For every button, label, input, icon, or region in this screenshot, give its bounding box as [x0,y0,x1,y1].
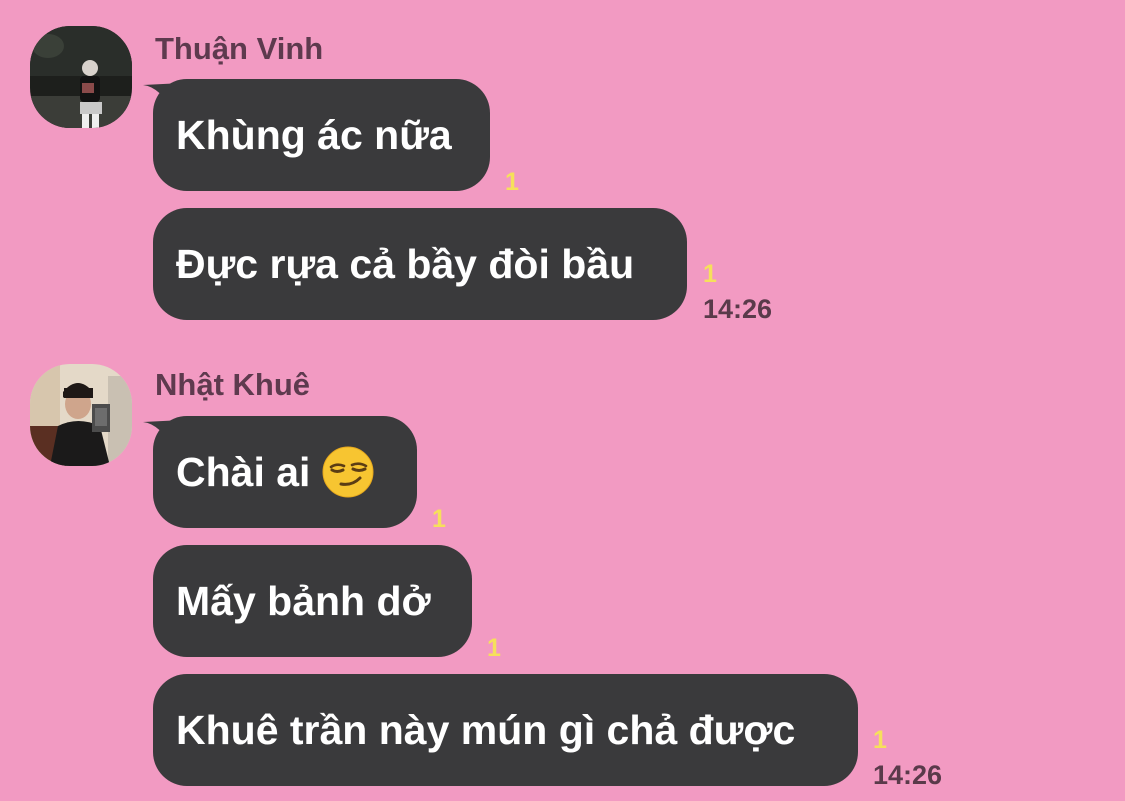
avatar[interactable] [30,364,132,466]
message-bubble[interactable]: Khùng ác nữa [143,79,490,191]
unread-count: 1 [703,260,717,288]
bubble-tail [143,420,183,458]
smirking-face-emoji-icon [322,446,374,498]
bubble-tail [143,83,183,121]
message-text: Chài ai [176,449,311,495]
avatar-photo-thuan-vinh [30,26,132,128]
message-timestamp: 14:26 [873,760,943,790]
message-bubble[interactable]: Mấy bảnh dở [153,545,472,657]
unread-count: 1 [873,726,887,754]
sender-name: Thuận Vinh [155,31,324,66]
message-bubble[interactable]: Khuê trần này mún gì chả được [153,674,858,786]
unread-count: 1 [432,505,446,533]
message-bubble[interactable]: Chài ai [143,416,417,528]
message-text: Đực rựa cả bầy đòi bầu [176,241,635,287]
sender-name: Nhật Khuê [155,367,310,402]
avatar-photo-nhat-khue [30,364,132,466]
unread-count: 1 [505,168,519,196]
message-text: Khuê trần này mún gì chả được [176,707,796,753]
message-timestamp: 14:26 [703,294,773,324]
message-text: Mấy bảnh dở [176,578,431,624]
message-bubble[interactable]: Đực rựa cả bầy đòi bầu [153,208,687,320]
avatar[interactable] [30,26,132,128]
unread-count: 1 [487,634,501,662]
message-text: Khùng ác nữa [176,112,452,158]
